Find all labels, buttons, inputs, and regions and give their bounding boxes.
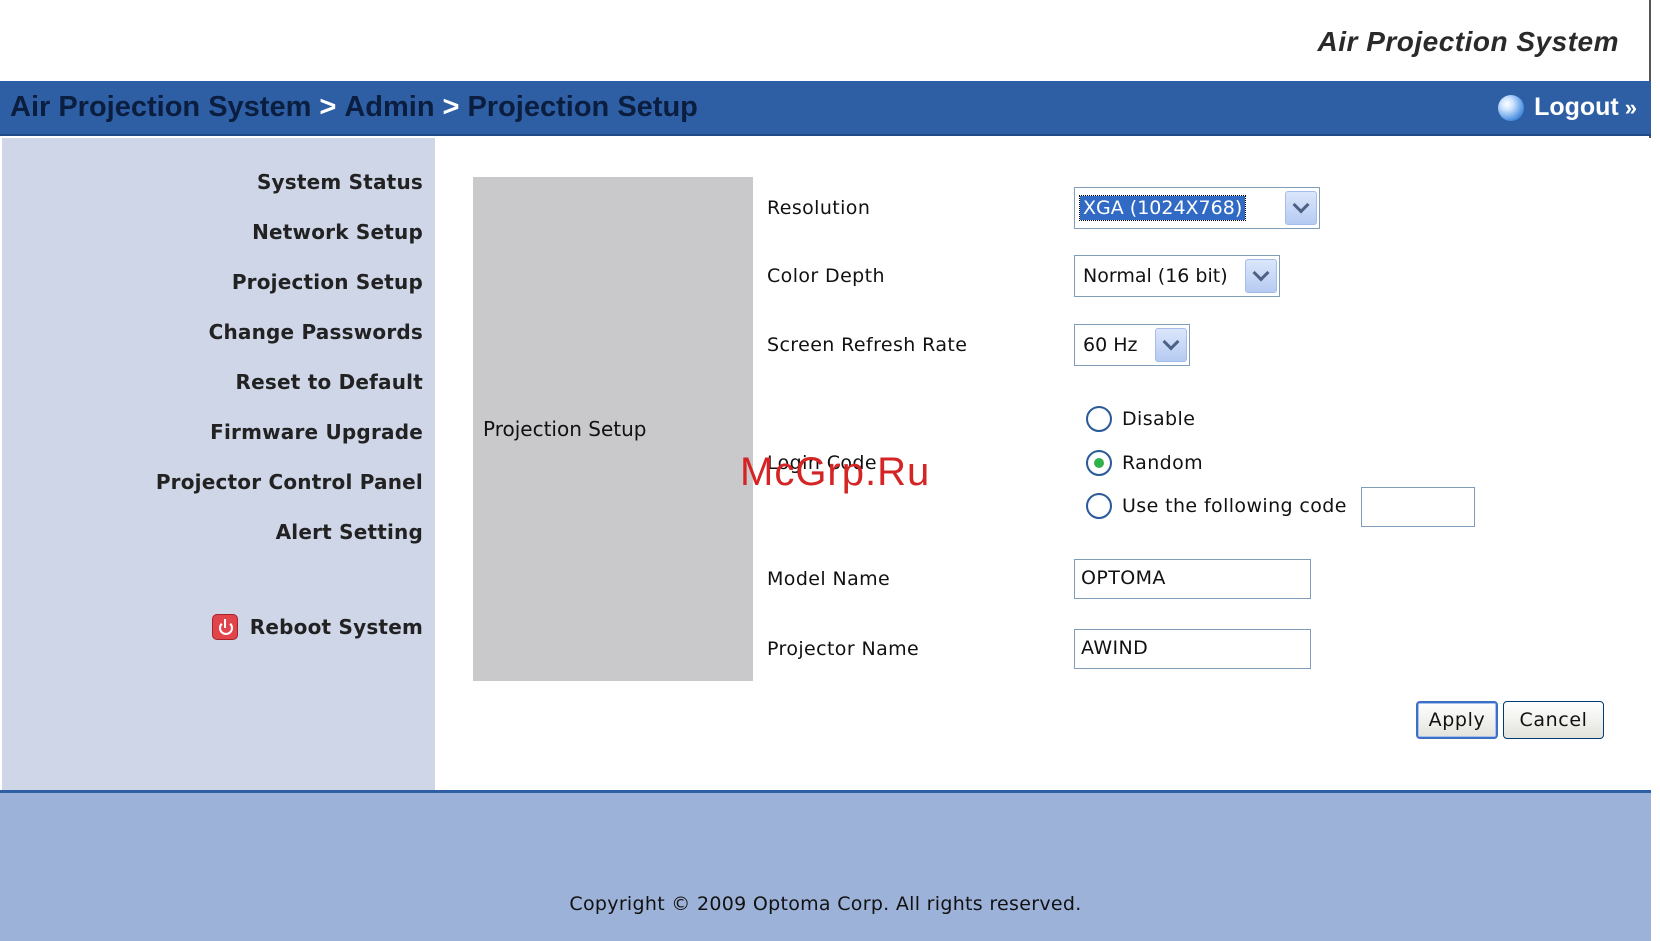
section-title: Projection Setup <box>483 417 647 441</box>
logout-label: Logout <box>1534 93 1619 121</box>
page-frame: Air Projection System Air Projection Sys… <box>0 0 1651 941</box>
refresh-rate-value: 60 Hz <box>1083 334 1138 356</box>
sidebar-item-projection-setup[interactable]: Projection Setup <box>232 270 423 294</box>
projector-name-input[interactable]: AWIND <box>1074 629 1311 669</box>
resolution-label: Resolution <box>767 197 871 219</box>
sidebar-item-network-setup[interactable]: Network Setup <box>252 220 423 244</box>
radio-checked-icon[interactable] <box>1086 450 1112 476</box>
sidebar-item-alert-setting[interactable]: Alert Setting <box>276 520 423 544</box>
radio-unchecked-icon[interactable] <box>1086 493 1112 519</box>
color-depth-select[interactable]: Normal (16 bit) <box>1074 255 1280 297</box>
breadcrumb-separator: > <box>319 91 337 123</box>
globe-icon <box>1498 94 1525 121</box>
radio-label: Use the following code <box>1122 495 1347 517</box>
section-label-panel: Projection Setup <box>473 177 753 681</box>
reboot-system-label: Reboot System <box>249 615 423 639</box>
breadcrumb-bar: Air Projection System > Admin > Projection S… <box>0 81 1651 136</box>
projector-name-label: Projector Name <box>767 638 920 660</box>
sidebar-item-change-passwords[interactable]: Change Passwords <box>209 320 423 344</box>
refresh-rate-label: Screen Refresh Rate <box>767 334 968 356</box>
color-depth-label: Color Depth <box>767 265 885 287</box>
breadcrumb: Air Projection System > Admin > Projection S… <box>10 91 698 124</box>
breadcrumb-item-home[interactable]: Air Projection System <box>10 91 311 123</box>
chevron-down-icon <box>1155 328 1187 362</box>
login-code-input[interactable] <box>1361 487 1475 527</box>
radio-unchecked-icon[interactable] <box>1086 406 1112 432</box>
copyright-text: Copyright © 2009 Optoma Corp. All rights… <box>569 893 1082 915</box>
chevron-down-icon <box>1285 191 1317 225</box>
watermark: McGrp.Ru <box>740 450 931 494</box>
sidebar-item-firmware-upgrade[interactable]: Firmware Upgrade <box>210 420 423 444</box>
power-icon <box>211 614 238 640</box>
sidebar-item-reset-to-default[interactable]: Reset to Default <box>236 370 423 394</box>
logout-link[interactable]: Logout » <box>1498 93 1637 122</box>
footer: Copyright © 2009 Optoma Corp. All rights… <box>0 790 1651 941</box>
model-name-input[interactable]: OPTOMA <box>1074 559 1311 599</box>
model-name-label: Model Name <box>767 568 891 590</box>
brand-title: Air Projection System <box>1317 26 1619 57</box>
breadcrumb-item-admin[interactable]: Admin <box>344 91 434 123</box>
sidebar: System Status Network Setup Projection S… <box>2 138 435 790</box>
radio-label: Disable <box>1122 408 1196 430</box>
breadcrumb-item-current: Projection Setup <box>467 91 698 123</box>
sidebar-item-system-status[interactable]: System Status <box>257 170 423 194</box>
login-code-option-custom[interactable]: Use the following code <box>1086 493 1347 519</box>
resolution-value: XGA (1024X768) <box>1078 195 1247 221</box>
reboot-system-button[interactable]: Reboot System <box>211 614 423 640</box>
double-chevron-right-icon: » <box>1624 94 1637 120</box>
cancel-button[interactable]: Cancel <box>1503 701 1604 739</box>
breadcrumb-separator: > <box>442 91 460 123</box>
chevron-down-icon <box>1245 259 1277 293</box>
resolution-select[interactable]: XGA (1024X768) <box>1074 187 1320 229</box>
sidebar-item-projector-control-panel[interactable]: Projector Control Panel <box>156 470 423 494</box>
apply-button[interactable]: Apply <box>1416 701 1498 739</box>
login-code-option-random[interactable]: Random <box>1086 450 1203 476</box>
radio-label: Random <box>1122 452 1204 474</box>
color-depth-value: Normal (16 bit) <box>1083 265 1228 287</box>
login-code-option-disable[interactable]: Disable <box>1086 406 1195 432</box>
refresh-rate-select[interactable]: 60 Hz <box>1074 324 1190 366</box>
